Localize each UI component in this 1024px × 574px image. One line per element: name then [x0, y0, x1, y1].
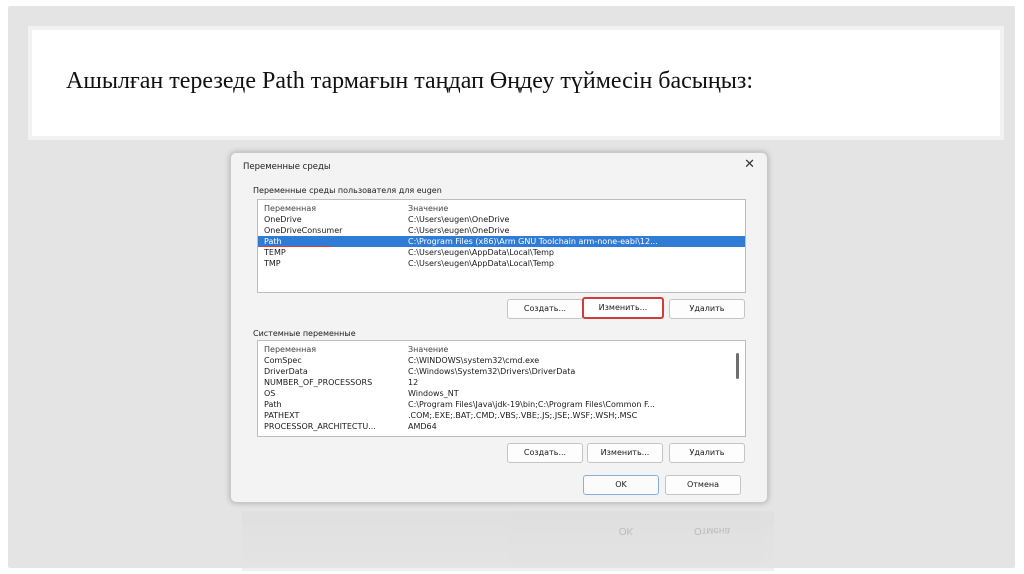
system-row-driverdata[interactable]: DriverData C:\Windows\System32\Drivers\D… — [258, 366, 745, 377]
variable-name: TEMP — [264, 248, 286, 257]
user-variables-label: Переменные среды пользователя для eugen — [253, 186, 442, 195]
user-list-header: Переменная Значение — [258, 203, 745, 214]
variable-name: ComSpec — [264, 356, 302, 365]
variable-value: Windows_NT — [408, 389, 459, 398]
system-variables-label: Системные переменные — [253, 329, 356, 338]
user-create-button[interactable]: Создать... — [507, 299, 583, 319]
variable-value: C:\Users\eugen\AppData\Local\Temp — [408, 259, 555, 268]
variable-name: PROCESSOR_ARCHITECTU... — [264, 422, 376, 431]
variable-name: NUMBER_OF_PROCESSORS — [264, 378, 373, 387]
reflection-cancel: Отмена — [694, 525, 730, 536]
variable-name: DriverData — [264, 367, 308, 376]
title-box: Ашылған терезеде Path тармағын таңдап Өң… — [32, 30, 1000, 136]
column-header-value: Значение — [408, 204, 449, 213]
user-delete-button[interactable]: Удалить — [669, 299, 745, 319]
variable-value: AMD64 — [408, 422, 437, 431]
reflection-ok: OK — [618, 525, 634, 536]
variable-name: OS — [264, 389, 276, 398]
variable-name: OneDriveConsumer — [264, 226, 343, 235]
dialog-reflection: OK Отмена — [242, 511, 774, 571]
user-row-onedriveconsumer[interactable]: OneDriveConsumer C:\Users\eugen\OneDrive — [258, 225, 745, 236]
variable-name: PATHEXT — [264, 411, 300, 420]
user-edit-button[interactable]: Изменить... — [582, 297, 664, 319]
system-row-os[interactable]: OS Windows_NT — [258, 388, 745, 399]
variable-value: .COM;.EXE;.BAT;.CMD;.VBS;.VBE;.JS;.JSE;.… — [408, 411, 638, 420]
user-row-path-selected[interactable]: Path C:\Program Files (x86)\Arm GNU Tool… — [258, 236, 745, 247]
variable-value: 12 — [408, 378, 419, 387]
system-row-number-of-processors[interactable]: NUMBER_OF_PROCESSORS 12 — [258, 377, 745, 388]
variable-value: C:\Users\eugen\AppData\Local\Temp — [408, 248, 555, 257]
system-row-processor-architecture[interactable]: PROCESSOR_ARCHITECTU... AMD64 — [258, 421, 745, 432]
variable-value: C:\Windows\System32\Drivers\DriverData — [408, 367, 576, 376]
variable-name: OneDrive — [264, 215, 302, 224]
user-row-onedrive[interactable]: OneDrive C:\Users\eugen\OneDrive — [258, 214, 745, 225]
variable-value: C:\Users\eugen\OneDrive — [408, 226, 510, 235]
system-create-button[interactable]: Создать... — [507, 443, 583, 463]
slide-title: Ашылған терезеде Path тармағын таңдап Өң… — [66, 68, 754, 94]
system-edit-button[interactable]: Изменить... — [587, 443, 663, 463]
variable-value: C:\Program Files (x86)\Arm GNU Toolchain… — [408, 237, 658, 246]
cancel-button[interactable]: Отмена — [665, 475, 741, 495]
column-header-variable: Переменная — [264, 204, 317, 213]
close-icon[interactable]: ✕ — [744, 157, 755, 172]
system-row-comspec[interactable]: ComSpec C:\WINDOWS\system32\cmd.exe — [258, 355, 745, 366]
system-row-pathext[interactable]: PATHEXT .COM;.EXE;.BAT;.CMD;.VBS;.VBE;.J… — [258, 410, 745, 421]
system-list-header: Переменная Значение — [258, 344, 745, 355]
variable-value: C:\Program Files\Java\jdk-19\bin;C:\Prog… — [408, 400, 655, 409]
ok-button[interactable]: OK — [583, 475, 659, 495]
user-row-temp[interactable]: TEMP C:\Users\eugen\AppData\Local\Temp — [258, 247, 745, 258]
user-variables-list[interactable]: Переменная Значение OneDrive C:\Users\eu… — [257, 199, 746, 293]
variable-value: C:\Users\eugen\OneDrive — [408, 215, 510, 224]
system-delete-button[interactable]: Удалить — [669, 443, 745, 463]
variable-name: TMP — [264, 259, 281, 268]
system-list-scrollbar[interactable] — [736, 353, 739, 379]
column-header-value: Значение — [408, 345, 449, 354]
variable-value: C:\WINDOWS\system32\cmd.exe — [408, 356, 540, 365]
user-row-tmp[interactable]: TMP C:\Users\eugen\AppData\Local\Temp — [258, 258, 745, 269]
system-variables-list[interactable]: Переменная Значение ComSpec C:\WINDOWS\s… — [257, 340, 746, 437]
column-header-variable: Переменная — [264, 345, 317, 354]
variable-name: Path — [264, 400, 282, 409]
environment-variables-dialog: Переменные среды ✕ Переменные среды поль… — [230, 152, 768, 503]
system-row-path[interactable]: Path C:\Program Files\Java\jdk-19\bin;C:… — [258, 399, 745, 410]
dialog-title: Переменные среды — [243, 162, 331, 172]
